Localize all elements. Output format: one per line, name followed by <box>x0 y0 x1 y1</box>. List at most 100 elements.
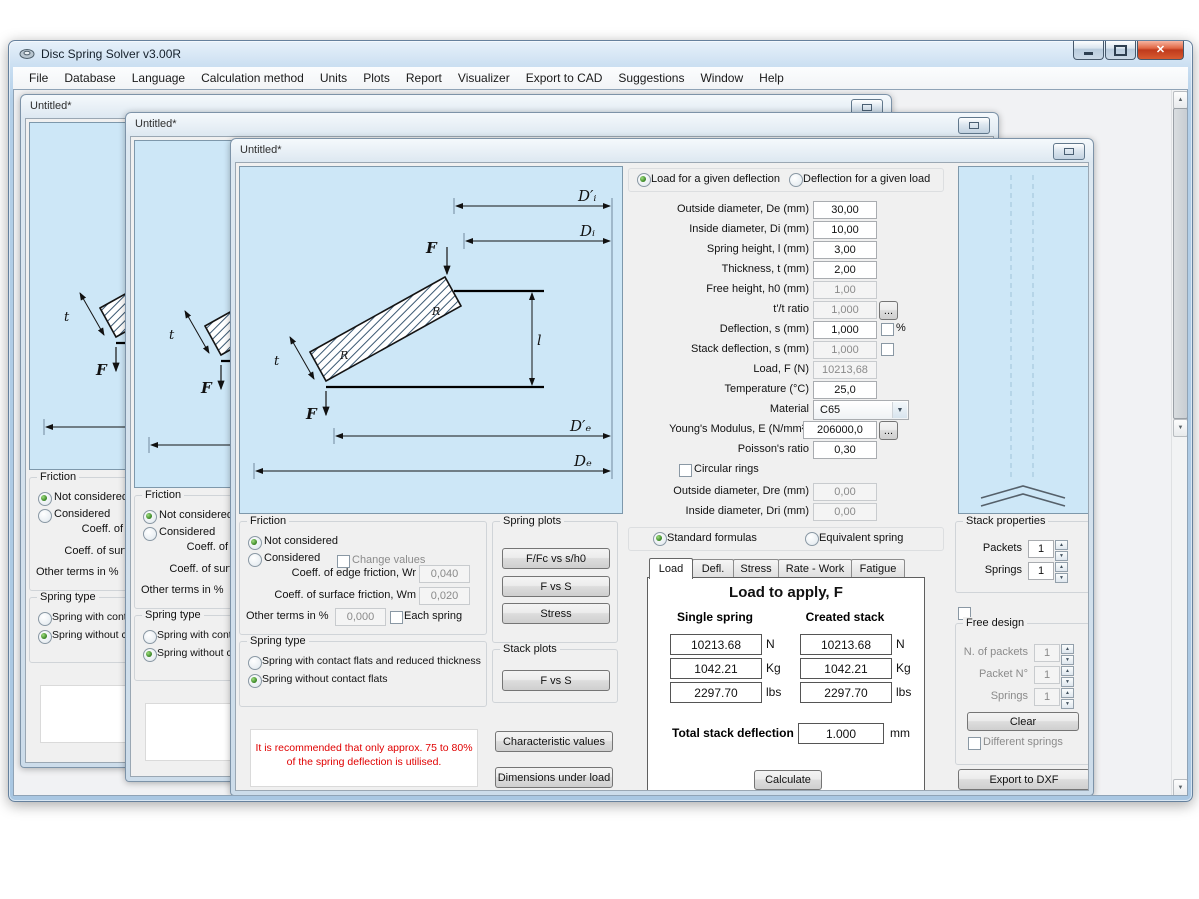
maximize-button[interactable] <box>1105 41 1136 60</box>
spring-with-contact-flats-radio[interactable] <box>38 612 52 626</box>
edge-friction-input[interactable]: 0,040 <box>419 565 470 583</box>
different-springs-checkbox[interactable] <box>968 737 981 750</box>
menu-units[interactable]: Units <box>312 68 355 88</box>
friction-considered-radio[interactable] <box>38 509 52 523</box>
spin-up-icon[interactable]: ▲ <box>1061 644 1074 654</box>
n-of-packets-value[interactable]: 1 <box>1034 644 1060 662</box>
spin-up-icon[interactable]: ▲ <box>1055 540 1068 550</box>
window-button[interactable] <box>958 117 990 134</box>
close-button[interactable]: ✕ <box>1137 41 1184 60</box>
menu-plots[interactable]: Plots <box>355 68 398 88</box>
stack-f-vs-s-button[interactable]: F vs S <box>502 670 610 691</box>
tab-fatigue[interactable]: Fatigue <box>851 559 905 578</box>
tt-ratio-more-button[interactable]: ... <box>879 301 898 320</box>
friction-not-considered-radio[interactable] <box>248 536 262 550</box>
scrollbar-thumb[interactable] <box>1173 108 1187 419</box>
spin-down-icon[interactable]: ▼ <box>1061 699 1074 709</box>
friction-considered-radio[interactable] <box>248 553 262 567</box>
menu-file[interactable]: File <box>21 68 56 88</box>
stack-deflection-checkbox[interactable] <box>881 343 894 356</box>
equivalent-spring-radio[interactable] <box>805 532 819 546</box>
standard-formulas-radio[interactable] <box>653 532 667 546</box>
spin-up-icon[interactable]: ▲ <box>1061 688 1074 698</box>
chevron-down-icon[interactable]: ▼ <box>892 402 907 418</box>
spin-down-icon[interactable]: ▼ <box>1055 573 1068 583</box>
scroll-down-button-bottom[interactable]: ▼ <box>1173 779 1187 795</box>
load-input[interactable]: 10213,68 <box>813 361 877 379</box>
menu-database[interactable]: Database <box>56 68 123 88</box>
menu-window[interactable]: Window <box>692 68 751 88</box>
spring-with-contact-flats-radio[interactable] <box>248 656 262 670</box>
total-stack-deflection-value[interactable]: 1.000 <box>798 723 884 744</box>
packet-number-value[interactable]: 1 <box>1034 666 1060 684</box>
spring-without-contact-flats-radio[interactable] <box>143 648 157 662</box>
material-combobox[interactable]: C65 ▼ <box>813 400 909 420</box>
tab-load[interactable]: Load <box>649 558 693 579</box>
spin-up-icon[interactable]: ▲ <box>1061 666 1074 676</box>
menu-language[interactable]: Language <box>124 68 193 88</box>
outside-diameter-de-input[interactable]: 30,00 <box>813 201 877 219</box>
menu-calculation-method[interactable]: Calculation method <box>193 68 312 88</box>
calculate-button[interactable]: Calculate <box>754 770 822 790</box>
dimensions-under-load-button[interactable]: Dimensions under load <box>495 767 613 788</box>
clear-button[interactable]: Clear <box>967 712 1079 731</box>
menu-suggestions[interactable]: Suggestions <box>610 68 692 88</box>
export-to-dxf-button[interactable]: Export to DXF <box>958 769 1088 790</box>
load-for-deflection-radio[interactable] <box>637 173 651 187</box>
spring-without-contact-flats-radio[interactable] <box>38 630 52 644</box>
deflection-for-load-radio[interactable] <box>789 173 803 187</box>
free-design-springs-stepper[interactable]: ▲ ▼ <box>1061 688 1074 709</box>
surface-friction-input[interactable]: 0,020 <box>419 587 470 605</box>
spring-with-contact-flats-radio[interactable] <box>143 630 157 644</box>
menu-report[interactable]: Report <box>398 68 450 88</box>
child-window-front[interactable]: Untitled* F F l t R R D′ᵢ Dᵢ D′ₑ Dₑ Load… <box>230 138 1094 795</box>
other-terms-input[interactable]: 0,000 <box>335 608 386 626</box>
spin-down-icon[interactable]: ▼ <box>1061 677 1074 687</box>
spin-down-icon[interactable]: ▼ <box>1061 655 1074 665</box>
menu-visualizer[interactable]: Visualizer <box>450 68 518 88</box>
friction-considered-radio[interactable] <box>143 527 157 541</box>
characteristic-values-button[interactable]: Characteristic values <box>495 731 613 752</box>
springs-value[interactable]: 1 <box>1028 562 1054 580</box>
youngs-modulus-more-button[interactable]: ... <box>879 421 898 440</box>
spring-without-contact-flats-radio[interactable] <box>248 674 262 688</box>
titlebar[interactable]: Disc Spring Solver v3.00R ✕ <box>9 41 1192 67</box>
spin-down-icon[interactable]: ▼ <box>1055 551 1068 561</box>
ffc-vs-sh0-button[interactable]: F/Fc vs s/h0 <box>502 548 610 569</box>
free-design-springs-value[interactable]: 1 <box>1034 688 1060 706</box>
springs-stepper[interactable]: ▲ ▼ <box>1055 562 1068 583</box>
tab-defl[interactable]: Defl. <box>692 559 734 578</box>
friction-not-considered-radio[interactable] <box>38 492 52 506</box>
outside-diameter-dre-input[interactable]: 0,00 <box>813 483 877 501</box>
tt-ratio-input[interactable]: 1,000 <box>813 301 877 319</box>
inside-diameter-di-input[interactable]: 10,00 <box>813 221 877 239</box>
thickness-input[interactable]: 2,00 <box>813 261 877 279</box>
mdi-scrollbar[interactable]: ▲ ▼ ▼ <box>1171 90 1187 795</box>
poissons-ratio-input[interactable]: 0,30 <box>813 441 877 459</box>
stress-button[interactable]: Stress <box>502 603 610 624</box>
menu-export-to-cad[interactable]: Export to CAD <box>518 68 611 88</box>
window-button[interactable] <box>1053 143 1085 160</box>
circular-rings-checkbox[interactable] <box>679 464 692 477</box>
spring-height-input[interactable]: 3,00 <box>813 241 877 259</box>
free-height-input[interactable]: 1,00 <box>813 281 877 299</box>
packet-number-stepper[interactable]: ▲ ▼ <box>1061 666 1074 687</box>
packets-value[interactable]: 1 <box>1028 540 1054 558</box>
packets-stepper[interactable]: ▲ ▼ <box>1055 540 1068 561</box>
inside-diameter-dri-input[interactable]: 0,00 <box>813 503 877 521</box>
n-of-packets-stepper[interactable]: ▲ ▼ <box>1061 644 1074 665</box>
tab-rate-work[interactable]: Rate - Work <box>778 559 852 578</box>
tab-stress[interactable]: Stress <box>733 559 779 578</box>
f-vs-s-button[interactable]: F vs S <box>502 576 610 597</box>
menu-help[interactable]: Help <box>751 68 792 88</box>
deflection-percent-checkbox[interactable] <box>881 323 894 336</box>
friction-not-considered-radio[interactable] <box>143 510 157 524</box>
scroll-down-button[interactable]: ▼ <box>1173 419 1187 437</box>
each-spring-checkbox[interactable] <box>390 611 403 624</box>
spin-up-icon[interactable]: ▲ <box>1055 562 1068 572</box>
stack-deflection-input[interactable]: 1,000 <box>813 341 877 359</box>
scroll-up-button[interactable]: ▲ <box>1173 91 1187 109</box>
youngs-modulus-input[interactable]: 206000,0 <box>803 421 877 439</box>
deflection-input[interactable]: 1,000 <box>813 321 877 339</box>
minimize-button[interactable] <box>1073 41 1104 60</box>
